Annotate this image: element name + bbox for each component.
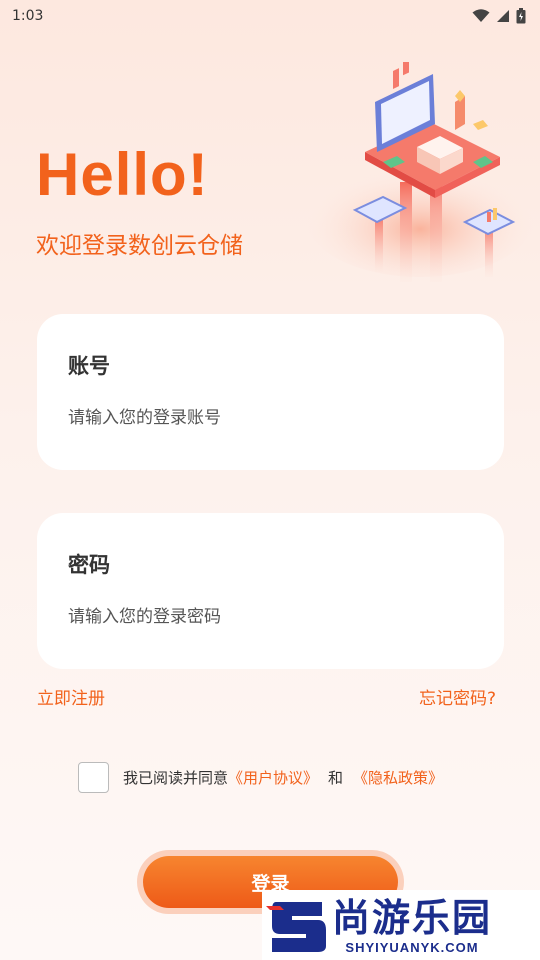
status-time: 1:03 (12, 8, 44, 24)
status-bar: 1:03 (0, 0, 540, 32)
agreement-row: 我已阅读并同意 《用户协议》 和 《隐私政策》 (78, 762, 443, 793)
account-input[interactable] (68, 404, 468, 432)
forgot-password-link[interactable]: 忘记密码? (419, 684, 496, 709)
agreement-prefix: 我已阅读并同意 (123, 769, 229, 787)
password-label: 密码 (68, 553, 110, 577)
status-icons (472, 8, 526, 24)
agreement-checkbox[interactable] (78, 762, 109, 793)
privacy-policy-link[interactable]: 《隐私政策》 (353, 767, 443, 788)
watermark-text: 尚游乐园 SHYIYUANYK.COM (332, 896, 492, 955)
account-label: 账号 (68, 354, 110, 378)
warehouse-illustration (305, 62, 535, 282)
user-agreement-link[interactable]: 《用户协议》 (228, 767, 318, 788)
watermark: 尚游乐园 SHYIYUANYK.COM (262, 890, 540, 960)
password-card: 密码 (37, 513, 504, 669)
register-link[interactable]: 立即注册 (37, 684, 105, 709)
watermark-logo-icon (266, 902, 326, 952)
welcome-subtitle: 欢迎登录数创云仓储 (36, 233, 243, 259)
battery-icon (516, 8, 526, 24)
watermark-name: 尚游乐园 (332, 895, 493, 940)
wifi-icon (472, 9, 490, 22)
account-card: 账号 (37, 314, 504, 470)
agreement-and: 和 (328, 769, 344, 787)
signal-icon (497, 10, 509, 22)
watermark-domain: SHYIYUANYK.COM (345, 939, 479, 955)
password-input[interactable] (68, 603, 468, 631)
greeting-title: Hello! (36, 141, 209, 208)
